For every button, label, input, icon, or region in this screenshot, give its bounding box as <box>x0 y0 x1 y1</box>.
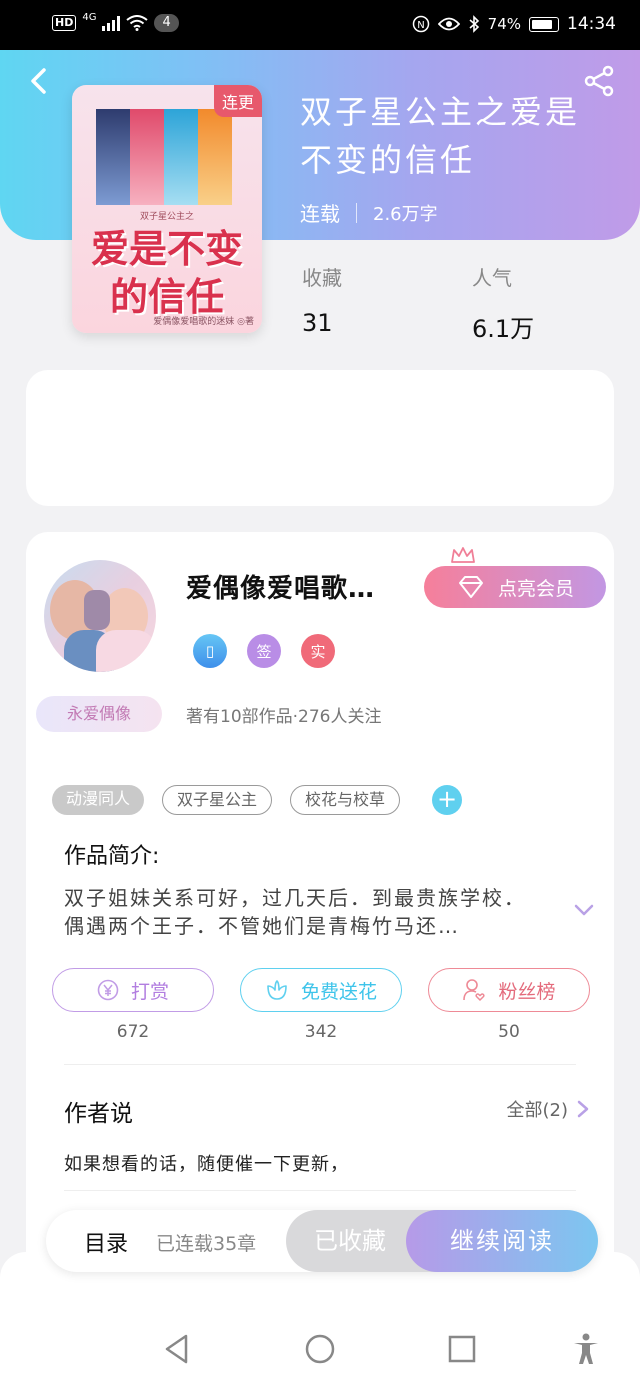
person-heart-icon <box>463 979 486 1002</box>
book-title: 双子星公主之爱是不变的信任 <box>300 93 581 179</box>
favorites-stat: 收藏 31 <box>302 262 342 337</box>
tag-item[interactable]: 校花与校草 <box>290 785 401 815</box>
chapter-status[interactable]: 已连载35章 <box>156 1229 256 1256</box>
author-name[interactable]: 爱偶像爱唱歌… <box>186 568 375 605</box>
fan-count: 50 <box>498 1022 520 1042</box>
author-says-text: 如果想看的话，随便催一下更新， <box>64 1154 349 1175</box>
chevron-right-icon <box>577 1100 589 1118</box>
action-counts: 672 342 50 <box>52 1022 590 1042</box>
table-of-contents-button[interactable]: 目录 <box>84 1226 128 1258</box>
cover-illustration <box>96 109 232 205</box>
popularity-label: 人气 <box>472 266 512 290</box>
meta-divider <box>356 202 357 223</box>
crown-icon <box>451 547 475 563</box>
nav-recents-icon[interactable] <box>444 1331 480 1367</box>
vip-label: 点亮会员 <box>497 577 574 600</box>
clock: 14:34 <box>567 14 616 34</box>
wifi-icon <box>126 15 149 31</box>
real-name-badge: 实 <box>301 634 335 668</box>
continue-reading-button[interactable]: 继续阅读 <box>406 1210 598 1272</box>
intro-heading: 作品简介: <box>64 844 160 869</box>
tag-item[interactable]: 动漫同人 <box>52 785 145 815</box>
ad-placeholder-card <box>26 370 614 506</box>
send-flower-button[interactable]: 免费送花 <box>240 968 402 1012</box>
favorites-value: 31 <box>302 309 333 337</box>
accessibility-icon[interactable] <box>568 1331 604 1367</box>
signal-icon <box>102 15 121 31</box>
serial-update-badge: 连更 <box>213 85 262 117</box>
fan-ranking-button[interactable]: 粉丝榜 <box>428 968 590 1012</box>
battery-icon <box>529 16 559 32</box>
book-detail-page: HD 4G 4 N 74% 14:34 连更 双子星公主之 爱是不变的信任 爱偶… <box>0 0 640 1387</box>
author-avatar[interactable] <box>44 560 156 672</box>
hd-indicator: HD <box>52 15 77 31</box>
bluetooth-icon <box>469 15 479 33</box>
popularity-value: 6.1万 <box>472 315 535 343</box>
add-tag-button[interactable]: + <box>432 785 463 815</box>
nav-home-icon[interactable] <box>302 1331 338 1367</box>
notification-count-badge: 4 <box>154 14 179 32</box>
diamond-icon <box>458 576 483 598</box>
author-stats: 著有10部作品·276人关注 <box>186 707 382 727</box>
author-says-all-link[interactable]: 全部(2) <box>507 1096 591 1122</box>
cover-author: 爱偶像爱唱歌的迷妹 ◎著 <box>153 317 254 327</box>
eye-icon <box>437 17 460 31</box>
word-count: 2.6万字 <box>373 203 438 225</box>
nfc-icon: N <box>412 15 429 33</box>
flower-count: 342 <box>304 1022 338 1042</box>
author-says-heading: 作者说 <box>64 1101 133 1127</box>
nav-back-icon[interactable] <box>160 1331 196 1367</box>
tag-item[interactable]: 双子星公主 <box>162 785 273 815</box>
back-arrow-icon[interactable] <box>24 66 54 96</box>
tip-button[interactable]: 打赏 <box>52 968 214 1012</box>
book-meta: 连载 2.6万字 <box>300 198 438 227</box>
chevron-down-icon[interactable] <box>572 898 596 922</box>
signed-author-badge: 签 <box>247 634 281 668</box>
book-cover[interactable]: 连更 双子星公主之 爱是不变的信任 爱偶像爱唱歌的迷妹 ◎著 <box>72 85 262 333</box>
activate-vip-button[interactable]: 点亮会员 <box>424 566 606 608</box>
send-flower-label: 免费送花 <box>300 980 377 1003</box>
cover-title: 爱是不变的信任 <box>90 226 243 319</box>
cover-subtitle: 双子星公主之 <box>139 212 194 222</box>
tag-list: 动漫同人 双子星公主 校花与校草 + <box>52 785 463 815</box>
popularity-stat: 人气 6.1万 <box>472 262 534 344</box>
network-type: 4G <box>82 11 97 23</box>
flower-icon <box>267 980 287 1000</box>
fan-badge: 永爱偶像 <box>36 696 162 732</box>
author-says-all-label: 全部(2) <box>506 1100 569 1121</box>
svg-text:N: N <box>417 20 424 31</box>
tip-label: 打赏 <box>130 980 169 1003</box>
fan-ranking-label: 粉丝榜 <box>498 980 556 1003</box>
intro-text: 双子姐妹关系可好，过几天后．到最贵族学校．偶遇两个王子．不管她们是青梅竹马还… <box>64 886 526 938</box>
serial-status: 连载 <box>300 202 340 226</box>
author-badges: ▯ 签 实 <box>193 634 335 668</box>
yen-coin-icon <box>97 979 119 1001</box>
tip-count: 672 <box>116 1022 150 1042</box>
action-buttons: 打赏 免费送花 粉丝榜 <box>52 968 590 1012</box>
phone-verified-icon: ▯ <box>193 634 227 668</box>
favorites-label: 收藏 <box>302 266 342 290</box>
battery-percent: 74% <box>487 15 521 33</box>
section-divider <box>64 1190 576 1191</box>
status-bar: HD 4G 4 N 74% 14:34 <box>0 0 640 50</box>
section-divider <box>64 1064 576 1065</box>
system-nav-bar <box>0 1317 640 1387</box>
